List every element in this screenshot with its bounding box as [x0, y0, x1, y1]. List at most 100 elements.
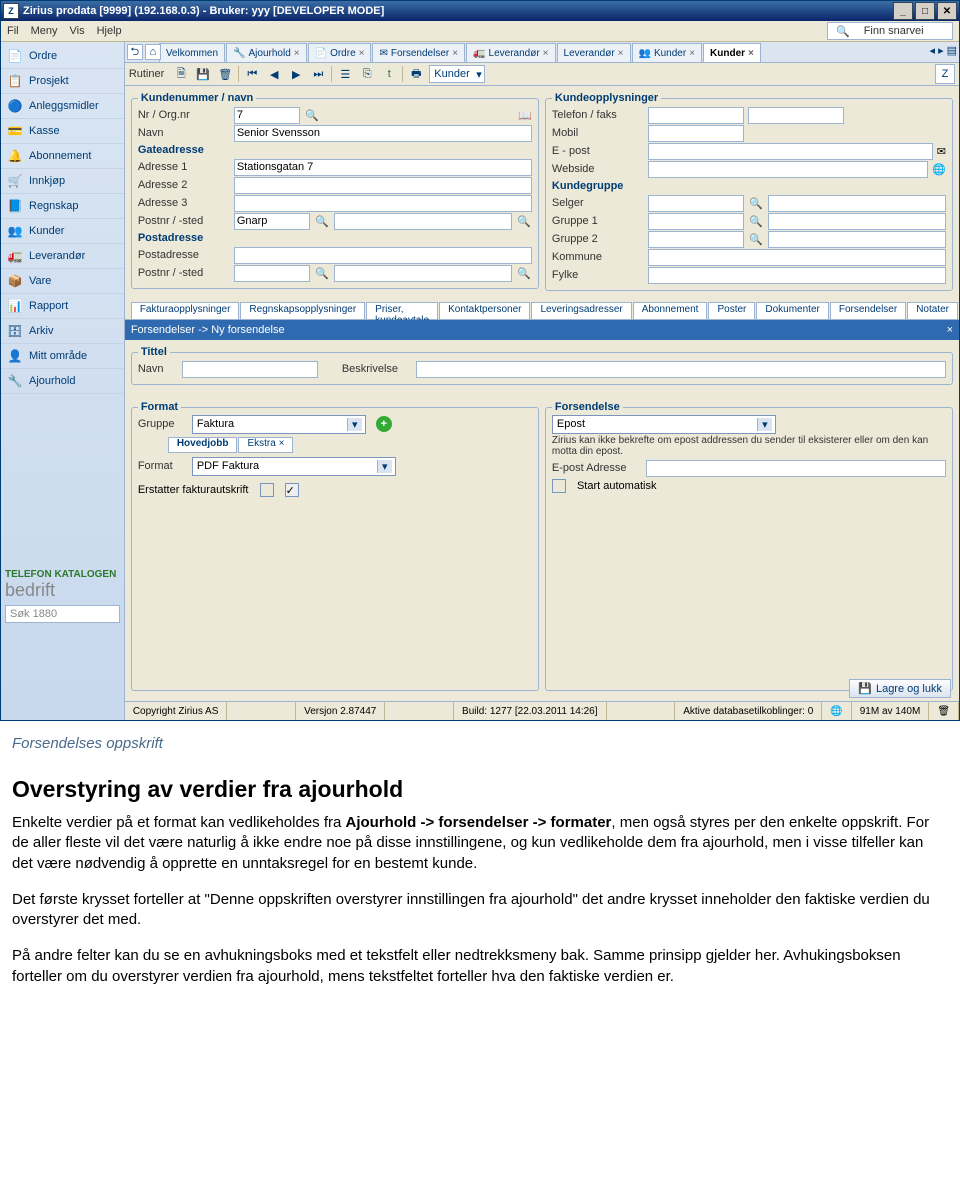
- fylke-input[interactable]: [648, 267, 946, 284]
- gruppe1-input[interactable]: [648, 213, 744, 230]
- tab-kunder-2[interactable]: Kunder×: [703, 43, 761, 62]
- tab-leverandor-2[interactable]: Leverandør×: [557, 43, 631, 62]
- subtab-abonnement[interactable]: Abonnement: [633, 302, 708, 319]
- tab-ajourhold[interactable]: 🔧Ajourhold×: [226, 43, 307, 62]
- search-icon[interactable]: 🔍: [748, 197, 764, 210]
- globe-icon[interactable]: 🌐: [932, 163, 946, 176]
- close-icon[interactable]: ×: [748, 48, 754, 59]
- kommune-input[interactable]: [648, 249, 946, 266]
- tab-back-icon[interactable]: ⮌: [127, 44, 143, 60]
- book-icon[interactable]: 📖: [518, 109, 532, 122]
- sidebar-item-kasse[interactable]: 💳Kasse: [1, 119, 124, 144]
- first-icon[interactable]: ⏮: [243, 65, 261, 83]
- sidebar-item-vare[interactable]: 📦Vare: [1, 269, 124, 294]
- gruppe1-name-input[interactable]: [768, 213, 946, 230]
- search-icon[interactable]: 🔍: [748, 233, 764, 246]
- subtab-notater[interactable]: Notater: [907, 302, 958, 319]
- close-icon[interactable]: ×: [294, 48, 300, 59]
- toolbar-dropdown[interactable]: Kunder: [429, 65, 484, 83]
- tab-velkommen[interactable]: Velkommen: [159, 43, 225, 62]
- erstatter-checkbox-2[interactable]: ✓: [285, 483, 299, 497]
- tab-hovedjobb[interactable]: Hovedjobb: [168, 437, 238, 453]
- trash-icon[interactable]: 🗑: [929, 702, 959, 720]
- erstatter-checkbox-1[interactable]: [260, 483, 274, 497]
- sidebar-item-leverandor[interactable]: 🚛Leverandør: [1, 244, 124, 269]
- search-icon[interactable]: 🔍: [314, 215, 330, 228]
- search-icon[interactable]: 🔍: [516, 267, 532, 280]
- format-select[interactable]: PDF Faktura: [192, 457, 396, 476]
- gruppe2-name-input[interactable]: [768, 231, 946, 248]
- sidebar-item-innkjop[interactable]: 🛒Innkjøp: [1, 169, 124, 194]
- forsendelse-type-select[interactable]: Epost: [552, 415, 776, 434]
- search-icon[interactable]: 🔍: [748, 215, 764, 228]
- nr-input[interactable]: [234, 107, 300, 124]
- sidebar-item-ajourhold[interactable]: 🔧Ajourhold: [1, 369, 124, 394]
- sidebar-item-prosjekt[interactable]: 📋Prosjekt: [1, 69, 124, 94]
- subtab-leveringsadresser[interactable]: Leveringsadresser: [531, 302, 631, 319]
- epost-adresse-input[interactable]: [646, 460, 946, 477]
- new-icon[interactable]: 🗎: [172, 65, 190, 83]
- sidebar-item-rapport[interactable]: 📊Rapport: [1, 294, 124, 319]
- menu-meny[interactable]: Meny: [31, 25, 58, 37]
- add-icon[interactable]: +: [376, 416, 392, 432]
- close-icon[interactable]: ×: [359, 48, 365, 59]
- close-icon[interactable]: ×: [543, 48, 549, 59]
- close-button[interactable]: ✕: [937, 2, 957, 20]
- selger-input[interactable]: [648, 195, 744, 212]
- subtab-fakturaopplysninger[interactable]: Fakturaopplysninger: [131, 302, 240, 319]
- tab-prev-icon[interactable]: ◂: [930, 44, 936, 57]
- adresse2-input[interactable]: [234, 177, 532, 194]
- last-icon[interactable]: ⏭: [309, 65, 327, 83]
- poststed-input[interactable]: [334, 213, 512, 230]
- poststed2-input[interactable]: [334, 265, 512, 282]
- gruppe-select[interactable]: Faktura: [192, 415, 366, 434]
- adresse1-input[interactable]: [234, 159, 532, 176]
- sidebar-item-mitt-omrade[interactable]: 👤Mitt område: [1, 344, 124, 369]
- tab-leverandor-1[interactable]: 🚛Leverandør×: [466, 43, 555, 62]
- close-icon[interactable]: ×: [279, 438, 285, 449]
- tab-next-icon[interactable]: ▸: [938, 44, 944, 57]
- tab-kunder-1[interactable]: 👥Kunder×: [632, 43, 703, 62]
- close-icon[interactable]: ×: [689, 48, 695, 59]
- subtab-dokumenter[interactable]: Dokumenter: [756, 302, 828, 319]
- sidebar-item-regnskap[interactable]: 📘Regnskap: [1, 194, 124, 219]
- person-icon[interactable]: t: [380, 65, 398, 83]
- copy-icon[interactable]: ⎘: [358, 65, 376, 83]
- close-icon[interactable]: ×: [618, 48, 624, 59]
- epost-input[interactable]: [648, 143, 933, 160]
- close-icon[interactable]: ×: [947, 324, 953, 336]
- subtab-kontaktpersoner[interactable]: Kontaktpersoner: [439, 302, 530, 319]
- subtab-regnskapsopplysninger[interactable]: Regnskapsopplysninger: [240, 302, 365, 319]
- subtab-poster[interactable]: Poster: [708, 302, 755, 319]
- selger-name-input[interactable]: [768, 195, 946, 212]
- adresse3-input[interactable]: [234, 195, 532, 212]
- postnr-input[interactable]: [234, 213, 310, 230]
- start-automatisk-checkbox[interactable]: [552, 479, 566, 493]
- print-icon[interactable]: 🖶: [407, 65, 425, 83]
- tittel-beskrivelse-input[interactable]: [416, 361, 946, 378]
- menu-hjelp[interactable]: Hjelp: [97, 25, 122, 37]
- sidebar-item-anleggsmidler[interactable]: 🔵Anleggsmidler: [1, 94, 124, 119]
- sidebar-item-abonnement[interactable]: 🔔Abonnement: [1, 144, 124, 169]
- gruppe2-input[interactable]: [648, 231, 744, 248]
- search-icon[interactable]: 🔍: [314, 267, 330, 280]
- toolbar-z-icon[interactable]: Z: [935, 64, 955, 84]
- sidebar-item-ordre[interactable]: 📄Ordre: [1, 44, 124, 69]
- delete-icon[interactable]: 🗑: [216, 65, 234, 83]
- mobil-input[interactable]: [648, 125, 744, 142]
- sidebar-item-kunder[interactable]: 👥Kunder: [1, 219, 124, 244]
- navn-input[interactable]: [234, 125, 532, 142]
- close-icon[interactable]: ×: [452, 48, 458, 59]
- search-icon[interactable]: 🔍: [516, 215, 532, 228]
- telefon-input[interactable]: [648, 107, 744, 124]
- menu-vis[interactable]: Vis: [70, 25, 85, 37]
- subtab-priser[interactable]: Priser, kundeavtale: [366, 302, 438, 319]
- tab-forsendelser[interactable]: ✉Forsendelser×: [372, 43, 465, 62]
- prev-icon[interactable]: ◀: [265, 65, 283, 83]
- menu-fil[interactable]: Fil: [7, 25, 19, 37]
- minimize-button[interactable]: _: [893, 2, 913, 20]
- tab-list-icon[interactable]: ▤: [947, 44, 957, 57]
- postadresse-input[interactable]: [234, 247, 532, 264]
- save-icon[interactable]: 💾: [194, 65, 212, 83]
- mail-icon[interactable]: ✉: [937, 145, 946, 158]
